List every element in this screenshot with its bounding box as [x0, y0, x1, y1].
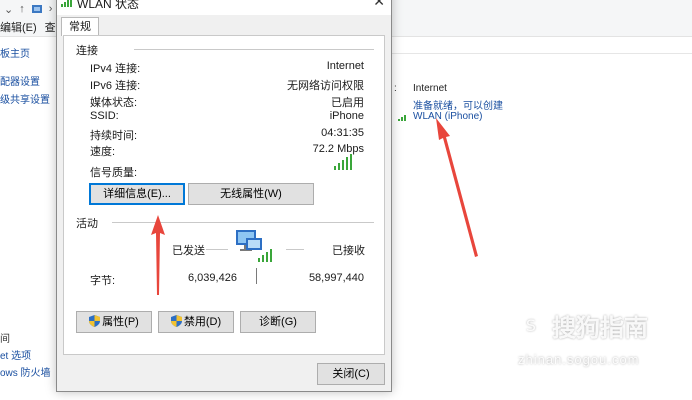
bytes-received-value: 58,997,440: [308, 272, 364, 284]
properties-button-label: 属性(P): [102, 316, 139, 328]
sidebar-see-also: 间: [0, 334, 10, 345]
ssid-value: iPhone: [329, 110, 364, 122]
dialog-titlebar[interactable]: WLAN 状态 ✕: [57, 0, 391, 15]
menu-edit[interactable]: 编辑(E): [0, 19, 37, 35]
shield-icon: [170, 315, 182, 327]
close-button[interactable]: 关闭(C): [317, 363, 385, 385]
bytes-divider: [256, 268, 257, 284]
general-panel: 连接 IPv4 连接: Internet IPv6 连接: 无网络访问权限 媒体…: [63, 35, 385, 355]
ipv4-label: IPv4 连接:: [90, 63, 141, 75]
shield-icon: [89, 315, 101, 327]
network-folder-icon: [31, 5, 42, 13]
bytes-sent-value: 6,039,426: [188, 272, 237, 284]
disable-button-label: 禁用(D): [183, 316, 222, 328]
up-arrow-button[interactable]: ↑: [19, 3, 25, 15]
diagnose-button[interactable]: 诊断(G): [240, 311, 316, 333]
wlan-icon: [61, 0, 72, 7]
sidebar-link-sharing-settings[interactable]: 级共享设置: [0, 91, 50, 106]
sent-label: 已发送: [172, 245, 205, 257]
dialog-title: WLAN 状态: [77, 0, 140, 11]
watermark-brand: 搜狗指南: [552, 315, 648, 342]
background-divider: [390, 53, 692, 54]
wireless-properties-button[interactable]: 无线属性(W): [188, 183, 314, 205]
wlan-status-dialog: WLAN 状态 ✕ 常规 连接 IPv4 连接: Internet IPv6 连…: [56, 0, 392, 392]
dropdown-icon[interactable]: ⌄: [4, 3, 13, 16]
bytes-label: 字节:: [90, 275, 116, 287]
signal-strength-icon: [334, 154, 352, 170]
duration-value: 04:31:35: [321, 127, 364, 139]
ipv6-label: IPv6 连接:: [90, 80, 141, 92]
media-state-label: 媒体状态:: [90, 97, 138, 109]
media-state-value: 已启用: [331, 97, 364, 109]
chevron-right-icon: ›: [48, 3, 53, 15]
dot-icon: :: [394, 83, 397, 94]
sidebar-link-adapter-settings[interactable]: 配器设置: [0, 73, 40, 88]
speed-label: 速度:: [90, 146, 116, 158]
ipv6-value: 无网络访问权限: [287, 80, 364, 92]
sidebar-link-internet-options[interactable]: et 选项: [0, 347, 31, 362]
sidebar-link-firewall[interactable]: ows 防火墙: [0, 364, 51, 379]
received-label: 已接收: [332, 245, 365, 257]
details-button[interactable]: 详细信息(E)...: [89, 183, 185, 205]
section-divider: [134, 49, 374, 50]
sent-dash: [206, 249, 228, 250]
watermark-url: zhinan.sogou.com: [518, 352, 640, 367]
tab-general[interactable]: 常规: [61, 17, 99, 36]
background-nav: ⌄ ↑ ›: [0, 0, 52, 18]
wifi-signal-icon: [398, 115, 406, 121]
annotation-arrow: [436, 118, 478, 257]
properties-button[interactable]: 属性(P): [76, 311, 152, 333]
access-type-value: Internet: [413, 83, 447, 94]
annotation-arrow: [151, 215, 165, 295]
network-activity-icon: [236, 230, 272, 262]
disable-button[interactable]: 禁用(D): [158, 311, 234, 333]
received-dash: [286, 249, 304, 250]
ssid-label: SSID:: [90, 110, 119, 122]
homegroup-status-link[interactable]: 准备就绪，可以创建: [413, 97, 503, 112]
signal-quality-label: 信号质量:: [90, 167, 138, 179]
connection-section-header: 连接: [76, 45, 98, 57]
ipv4-value: Internet: [326, 60, 364, 72]
svg-text:S: S: [526, 316, 536, 335]
activity-section-header: 活动: [76, 218, 98, 230]
sidebar-link-home[interactable]: 板主页: [0, 45, 30, 60]
close-icon[interactable]: ✕: [373, 0, 385, 10]
duration-label: 持续时间:: [90, 130, 138, 142]
sogou-logo-icon: S: [516, 310, 546, 340]
